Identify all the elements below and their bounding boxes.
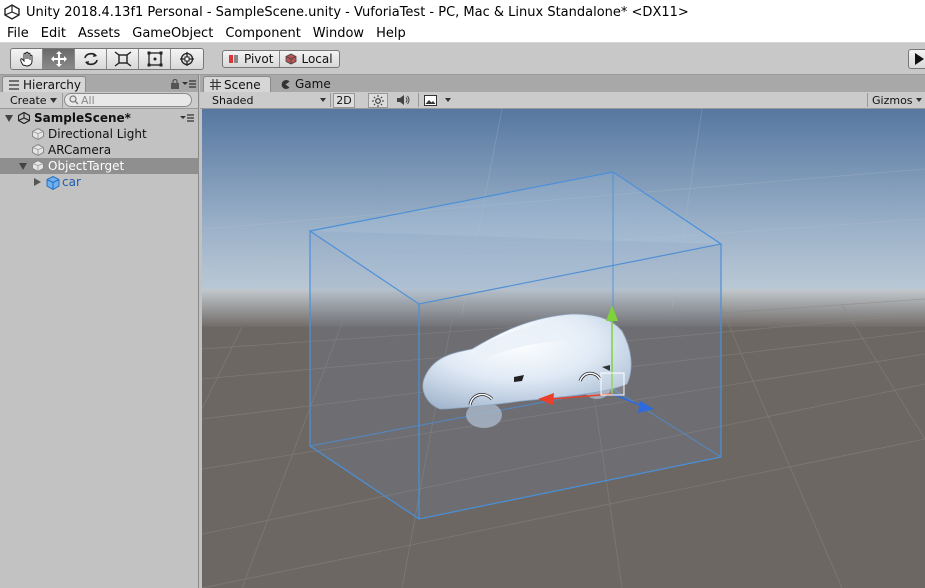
gizmos-dropdown[interactable]: Gizmos <box>872 92 922 108</box>
menu-bar: File Edit Assets GameObject Component Wi… <box>0 24 925 43</box>
gizmos-label: Gizmos <box>872 93 913 107</box>
scene-tabrow: Scene Game <box>200 75 925 92</box>
scene-panel: Scene Game Shaded 2D Gizmos <box>200 75 925 588</box>
rect-tool-button[interactable] <box>139 49 171 69</box>
lighting-toggle[interactable] <box>368 93 388 108</box>
sun-icon <box>372 94 384 107</box>
scene-render <box>202 109 925 588</box>
2d-label: 2D <box>336 94 352 107</box>
pivot-toggle[interactable]: Pivot <box>223 51 281 67</box>
chevron-down-icon <box>49 98 57 103</box>
grid-hash-icon <box>210 79 221 90</box>
menu-file[interactable]: File <box>0 26 35 41</box>
scale-icon <box>114 51 131 67</box>
scene-name: SampleScene* <box>34 111 131 125</box>
image-effects-icon <box>424 94 437 106</box>
local-label: Local <box>301 52 333 66</box>
hierarchy-panel: Hierarchy Create All SampleScene* Direct… <box>0 75 199 588</box>
hierarchy-tree: SampleScene* Directional Light ARCamera … <box>0 110 199 190</box>
toolbar-divider <box>330 93 331 107</box>
unity-scene-icon <box>18 112 30 124</box>
hierarchy-item-label: ObjectTarget <box>48 159 125 173</box>
tab-game[interactable]: Game <box>274 76 334 92</box>
shading-mode-label: Shaded <box>212 93 254 107</box>
move-arrows-icon <box>50 51 67 67</box>
toolbar-divider <box>867 93 868 107</box>
move-tool-button[interactable] <box>43 49 75 69</box>
hierarchy-item-label: ARCamera <box>48 143 112 157</box>
scene-menu-icon[interactable] <box>180 114 194 123</box>
hierarchy-tabrow: Hierarchy <box>0 75 198 92</box>
hierarchy-search-input[interactable]: All <box>64 93 192 107</box>
hand-icon <box>19 51 32 67</box>
pivot-label: Pivot <box>244 52 274 66</box>
tab-hierarchy[interactable]: Hierarchy <box>2 76 86 92</box>
menu-assets[interactable]: Assets <box>72 26 126 41</box>
transform-tool-button[interactable] <box>171 49 203 69</box>
menu-gameobject[interactable]: GameObject <box>126 26 219 41</box>
tab-scene[interactable]: Scene <box>203 76 271 92</box>
expand-arrow-icon[interactable] <box>19 163 27 170</box>
toolbar-divider <box>418 93 419 107</box>
shading-mode-dropdown[interactable]: Shaded <box>212 92 326 108</box>
hierarchy-item-label: car <box>62 175 81 189</box>
menu-window[interactable]: Window <box>307 26 370 41</box>
scene-toolbar: Shaded 2D Gizmos <box>200 92 925 109</box>
window-title: Unity 2018.4.13f1 Personal - SampleScene… <box>26 4 689 20</box>
scene-root-row[interactable]: SampleScene* <box>0 110 199 126</box>
play-icon <box>915 53 924 65</box>
scale-tool-button[interactable] <box>107 49 139 69</box>
hierarchy-toolbar: Create All <box>0 92 198 109</box>
gameobject-cube-icon <box>32 160 44 172</box>
tab-game-label: Game <box>295 77 331 91</box>
transform-icon <box>180 52 194 66</box>
create-dropdown[interactable]: Create <box>5 93 63 108</box>
rotate-tool-button[interactable] <box>75 49 107 69</box>
create-label: Create <box>10 94 47 107</box>
hierarchy-item-label: Directional Light <box>48 127 147 141</box>
hierarchy-item-objecttarget[interactable]: ObjectTarget <box>0 158 199 174</box>
game-pacman-icon <box>281 79 290 89</box>
gameobject-cube-icon <box>32 144 44 156</box>
unity-logo-icon <box>4 4 20 20</box>
panel-menu-icon[interactable] <box>182 80 196 89</box>
play-button[interactable] <box>908 49 925 69</box>
tab-scene-label: Scene <box>224 77 261 92</box>
rect-transform-icon <box>147 51 162 67</box>
hand-tool-button[interactable] <box>11 49 43 69</box>
collapse-arrow-icon[interactable] <box>34 178 41 186</box>
pivot-icon <box>229 55 238 63</box>
search-placeholder: All <box>81 93 95 107</box>
speaker-icon <box>397 95 410 105</box>
effects-dropdown[interactable] <box>422 92 452 108</box>
window-titlebar: Unity 2018.4.13f1 Personal - SampleScene… <box>0 0 925 24</box>
scene-viewport[interactable] <box>202 109 925 588</box>
gameobject-cube-icon <box>32 128 44 140</box>
local-space-icon <box>286 53 297 65</box>
chevron-down-icon <box>916 98 922 102</box>
hierarchy-item-car[interactable]: car <box>0 174 199 190</box>
chevron-down-icon <box>445 98 451 102</box>
audio-toggle[interactable] <box>393 92 413 108</box>
transform-tools <box>10 48 204 70</box>
lock-icon[interactable] <box>170 79 180 89</box>
menu-edit[interactable]: Edit <box>35 26 72 41</box>
chevron-down-icon <box>320 98 326 102</box>
search-icon <box>69 95 79 105</box>
tab-hierarchy-label: Hierarchy <box>23 77 82 92</box>
prefab-cube-icon <box>46 176 60 190</box>
main-toolbar: Pivot Local <box>0 43 925 75</box>
expand-arrow-icon[interactable] <box>5 115 13 122</box>
hierarchy-item-arcamera[interactable]: ARCamera <box>0 142 199 158</box>
list-icon <box>9 79 19 90</box>
pivot-controls: Pivot Local <box>222 50 340 68</box>
rotate-icon <box>83 52 98 66</box>
hierarchy-item-directional-light[interactable]: Directional Light <box>0 126 199 142</box>
menu-component[interactable]: Component <box>219 26 306 41</box>
local-toggle[interactable]: Local <box>280 51 338 67</box>
2d-toggle[interactable]: 2D <box>333 93 355 108</box>
menu-help[interactable]: Help <box>370 26 412 41</box>
